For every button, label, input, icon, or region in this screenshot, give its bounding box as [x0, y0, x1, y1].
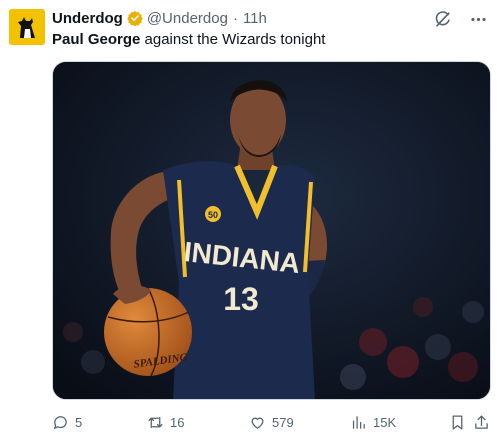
tweet-action-bar: 5 16 579 15K	[52, 411, 492, 433]
repost-button[interactable]: 16	[147, 414, 184, 431]
verified-badge-icon	[127, 10, 143, 26]
underdog-dog-logo-icon	[9, 9, 45, 45]
tweet-photo[interactable]: INDIANA 13 50 SPALDING	[52, 61, 491, 400]
jersey-badge-text: 50	[208, 210, 218, 220]
bookmark-icon	[452, 414, 463, 430]
share-button[interactable]	[473, 414, 490, 431]
heart-icon	[251, 417, 264, 429]
views-button[interactable]: 15K	[350, 414, 396, 431]
repost-count: 16	[170, 414, 185, 430]
grok-icon[interactable]	[432, 9, 452, 29]
like-button[interactable]: 579	[249, 414, 294, 431]
bookmark-button[interactable]	[449, 414, 466, 431]
avatar[interactable]	[9, 9, 45, 45]
tweet[interactable]: Underdog @Underdog · 11h Paul George aga…	[0, 0, 500, 440]
views-count: 15K	[373, 414, 397, 430]
author-handle[interactable]: @Underdog	[147, 10, 228, 27]
reply-button[interactable]: 5	[52, 414, 82, 431]
tweet-header: Underdog @Underdog · 11h	[52, 8, 267, 28]
separator-dot: ·	[232, 9, 238, 27]
share-icon	[475, 414, 488, 429]
reply-icon	[53, 415, 67, 429]
basketball-player-photo: INDIANA 13 50 SPALDING	[53, 62, 490, 399]
tweet-text-rest: against the Wizards tonight	[140, 31, 326, 48]
views-chart-icon	[352, 415, 365, 429]
top-actions	[432, 9, 488, 29]
repost-icon	[148, 416, 163, 428]
jersey-number: 13	[223, 281, 259, 317]
reply-count: 5	[75, 414, 83, 430]
tweet-text: Paul George against the Wizards tonight	[52, 30, 325, 50]
tweet-timestamp[interactable]: 11h	[243, 10, 267, 27]
author-name[interactable]: Underdog	[52, 10, 123, 27]
tweet-text-bold[interactable]: Paul George	[52, 31, 140, 48]
like-count: 579	[272, 414, 294, 430]
more-icon[interactable]	[468, 9, 488, 29]
